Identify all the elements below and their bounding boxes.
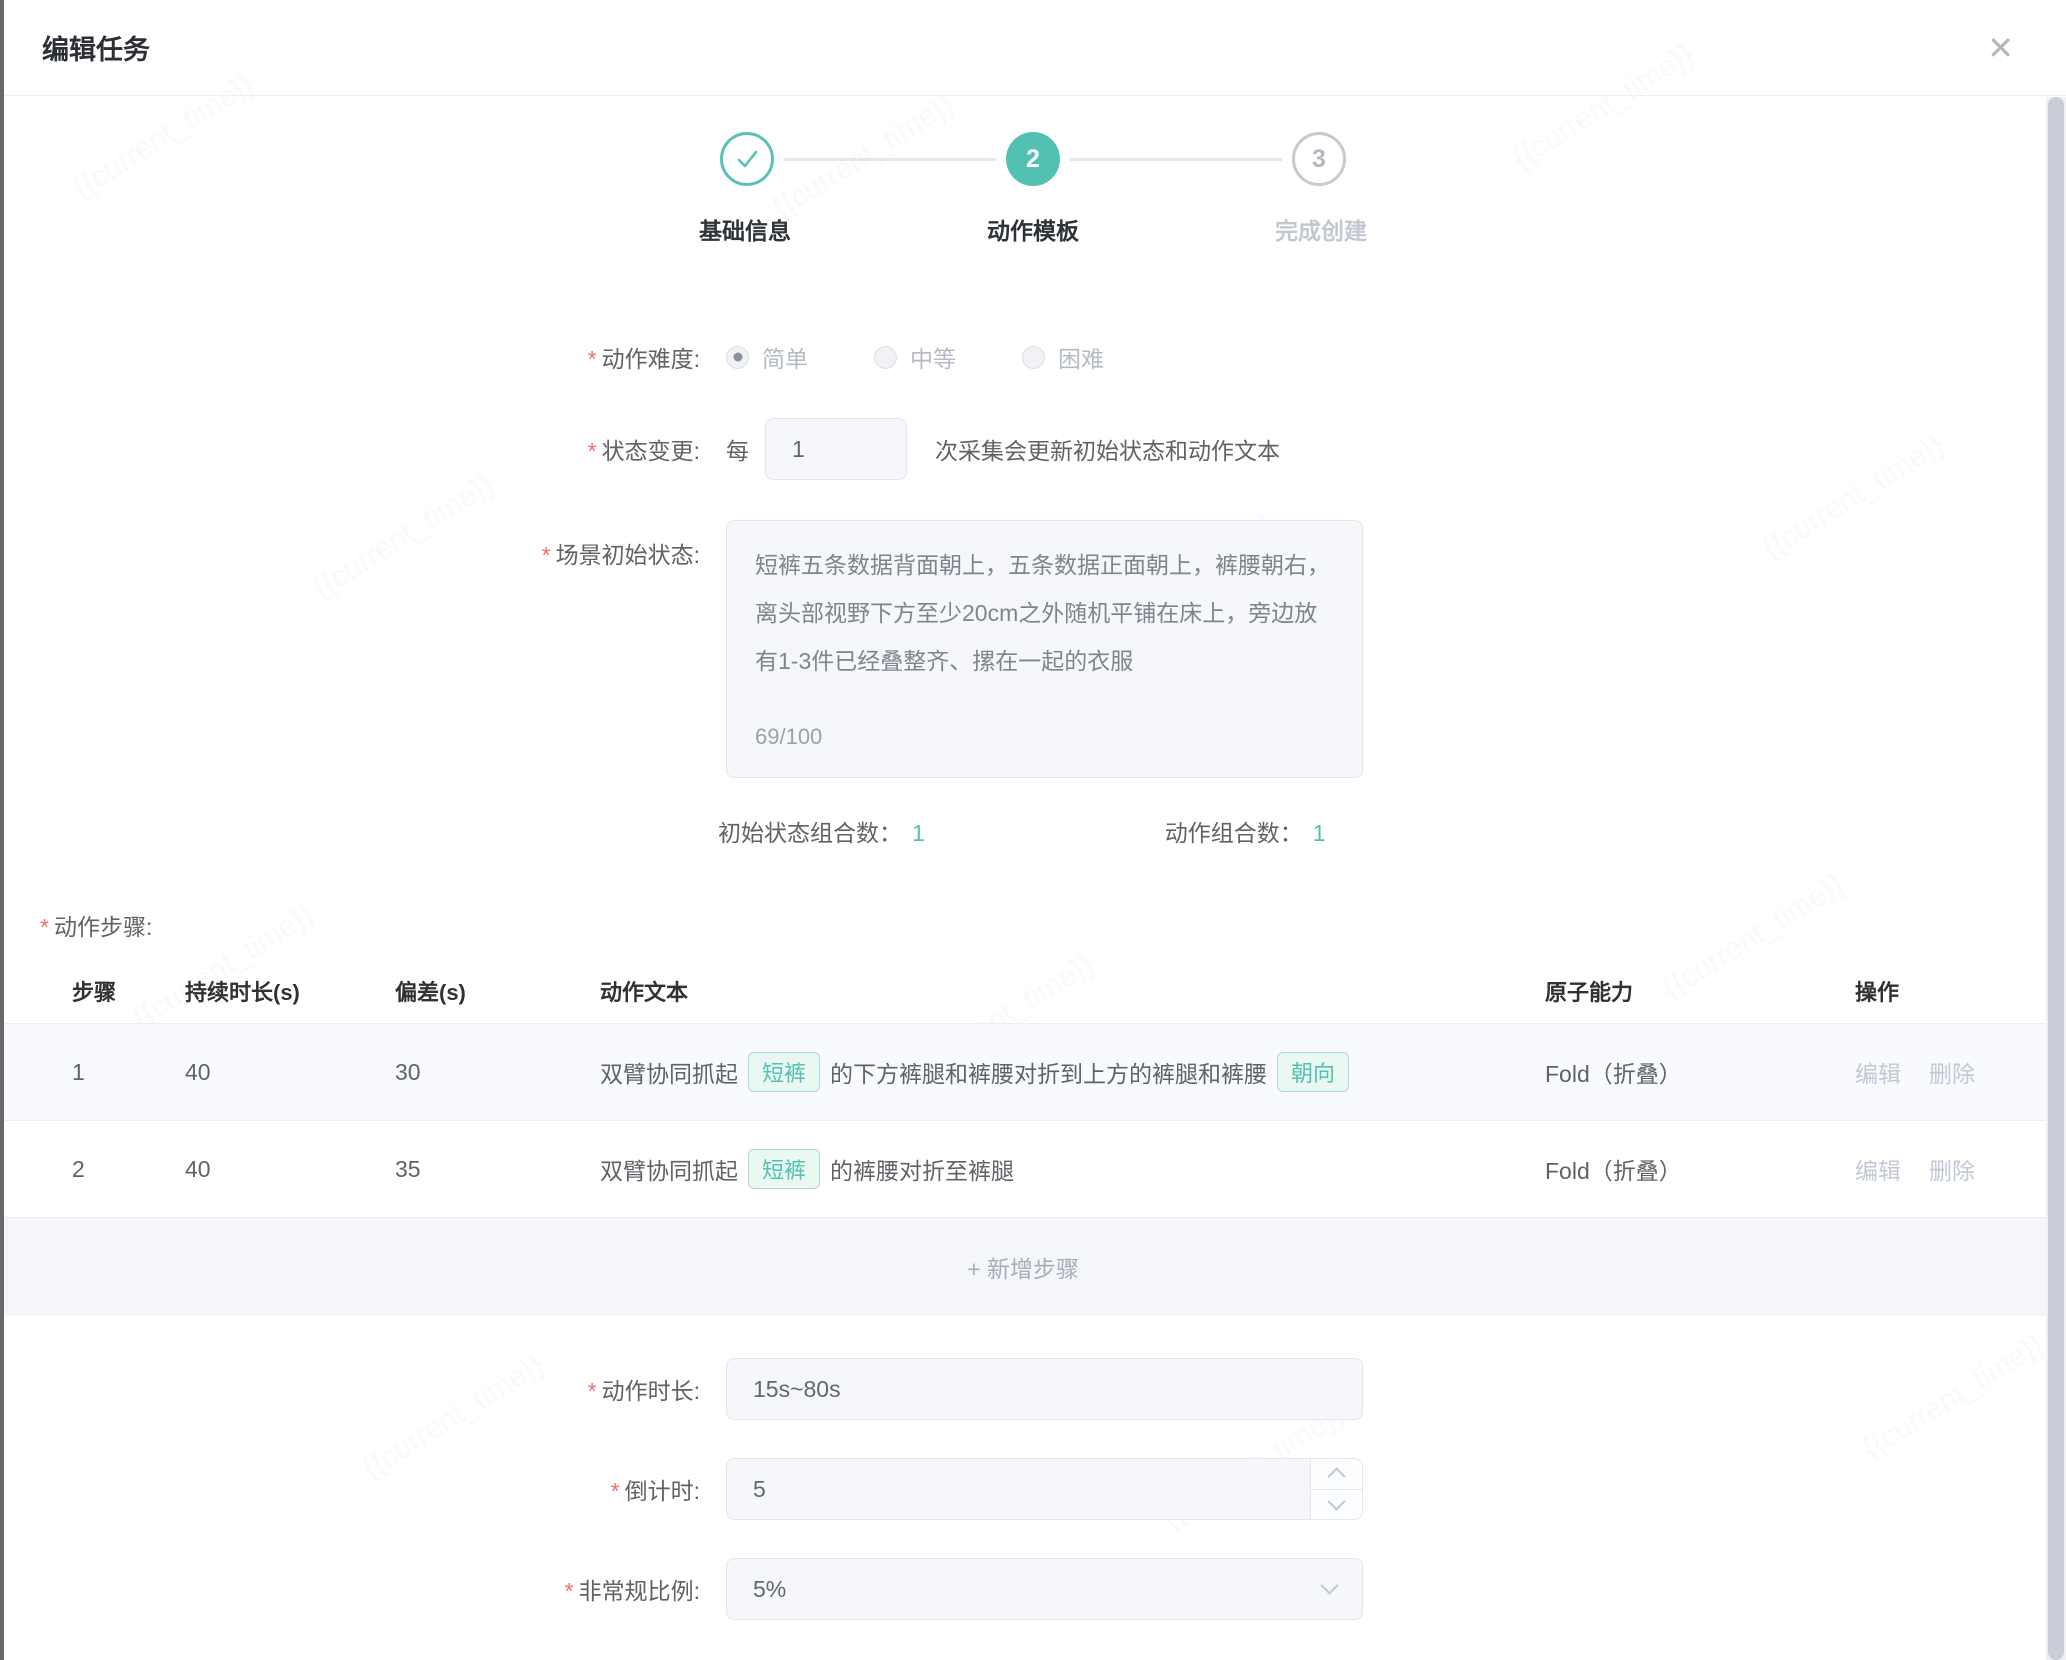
cell-ability: Fold（折叠）: [1545, 1055, 1855, 1089]
object-tag: 短裤: [748, 1149, 820, 1189]
cell-action-text: 双臂协同抓起 短裤 的裤腰对折至裤腿: [600, 1149, 1545, 1189]
cell-ability: Fold（折叠）: [1545, 1152, 1855, 1186]
chevron-down-icon: [1327, 1492, 1345, 1510]
state-change-input[interactable]: 1: [765, 418, 907, 480]
dialog-title: 编辑任务: [42, 28, 150, 67]
step-1-circle: [720, 132, 774, 186]
decrement-button[interactable]: [1311, 1490, 1362, 1520]
delete-link[interactable]: 删除: [1929, 1055, 1975, 1089]
difficulty-label: *动作难度:: [0, 340, 700, 374]
combo-value: 1: [912, 820, 925, 846]
state-change-suffix: 次采集会更新初始状态和动作文本: [935, 432, 1280, 466]
char-counter: 69/100: [755, 713, 822, 761]
orientation-tag: 朝向: [1277, 1052, 1349, 1092]
close-icon[interactable]: ✕: [1987, 32, 2014, 64]
step-1-label: 基础信息: [601, 212, 889, 246]
step-connector: [1070, 158, 1282, 161]
difficulty-row: *动作难度: 简单 中等 困难: [0, 340, 2066, 374]
cell-duration: 40: [185, 1156, 395, 1183]
delete-link[interactable]: 删除: [1929, 1152, 1975, 1186]
cell-deviation: 35: [395, 1156, 600, 1183]
step-2-circle: 2: [1006, 132, 1060, 186]
scrollbar-thumb[interactable]: [2048, 97, 2064, 1660]
edit-link[interactable]: 编辑: [1855, 1055, 1901, 1089]
chevron-down-icon: [1320, 1576, 1338, 1594]
header-operations: 操作: [1855, 975, 2046, 1007]
action-steps-table: 步骤 持续时长(s) 偏差(s) 动作文本 原子能力 操作 1 40 30 双臂…: [0, 958, 2046, 1316]
combo-counts-row: 初始状态组合数：1 动作组合数：1: [0, 814, 2066, 848]
state-change-prefix: 每: [726, 432, 749, 466]
action-duration-row: *动作时长: 15s~80s: [0, 1358, 2066, 1420]
action-duration-input[interactable]: 15s~80s: [726, 1358, 1363, 1420]
cell-action-text: 双臂协同抓起 短裤 的下方裤腿和裤腰对折到上方的裤腿和裤腰 朝向: [600, 1052, 1545, 1092]
cell-operations: 编辑 删除: [1855, 1152, 2046, 1186]
cell-operations: 编辑 删除: [1855, 1055, 2046, 1089]
edit-link[interactable]: 编辑: [1855, 1152, 1901, 1186]
stepper: 2 3 基础信息 动作模板 完成创建: [0, 96, 2066, 246]
cell-deviation: 30: [395, 1059, 600, 1086]
increment-button[interactable]: [1311, 1459, 1362, 1490]
step-3-circle: 3: [1292, 132, 1346, 186]
header-deviation: 偏差(s): [395, 975, 600, 1007]
radio-circle: [874, 346, 897, 369]
scene-init-row: *场景初始状态: 短裤五条数据背面朝上，五条数据正面朝上，裤腰朝右，离头部视野下…: [0, 520, 2066, 778]
radio-hard[interactable]: 困难: [1022, 340, 1104, 374]
action-combo-count: 动作组合数：1: [1165, 814, 1326, 848]
radio-circle: [1022, 346, 1045, 369]
object-tag: 短裤: [748, 1052, 820, 1092]
action-steps-label: *动作步骤:: [0, 908, 2066, 942]
number-stepper: [1310, 1459, 1362, 1519]
cell-step: 2: [72, 1156, 185, 1183]
dialog-header: 编辑任务 ✕: [0, 0, 2066, 96]
table-row: 1 40 30 双臂协同抓起 短裤 的下方裤腿和裤腰对折到上方的裤腿和裤腰 朝向…: [0, 1024, 2046, 1121]
unusual-ratio-label: *非常规比例:: [0, 1572, 700, 1606]
header-ability: 原子能力: [1545, 975, 1855, 1007]
radio-simple[interactable]: 简单: [726, 340, 808, 374]
state-change-label: *状态变更:: [0, 432, 700, 466]
add-step-button[interactable]: + 新增步骤: [0, 1218, 2046, 1316]
header-action-text: 动作文本: [600, 975, 1545, 1007]
scrollbar-track[interactable]: [2046, 97, 2066, 1660]
unusual-ratio-row: *非常规比例: 5%: [0, 1558, 2066, 1620]
init-state-combo-count: 初始状态组合数：1: [718, 814, 925, 848]
modal-backdrop-edge: [0, 0, 4, 1660]
countdown-row: *倒计时: 5: [0, 1458, 2066, 1520]
radio-medium[interactable]: 中等: [874, 340, 956, 374]
radio-circle: [726, 346, 749, 369]
state-change-row: *状态变更: 每 1 次采集会更新初始状态和动作文本: [0, 418, 2066, 480]
scene-init-text: 短裤五条数据背面朝上，五条数据正面朝上，裤腰朝右，离头部视野下方至少20cm之外…: [755, 552, 1330, 674]
countdown-label: *倒计时:: [0, 1472, 700, 1506]
step-connector: [784, 158, 996, 161]
difficulty-radio-group: 简单 中等 困难: [726, 340, 1170, 374]
chevron-up-icon: [1327, 1468, 1345, 1486]
step-2-label: 动作模板: [889, 212, 1177, 246]
check-icon: [732, 144, 762, 174]
table-header-row: 步骤 持续时长(s) 偏差(s) 动作文本 原子能力 操作: [0, 958, 2046, 1024]
header-step: 步骤: [72, 975, 185, 1007]
cell-duration: 40: [185, 1059, 395, 1086]
scene-init-label: *场景初始状态:: [0, 520, 700, 570]
header-duration: 持续时长(s): [185, 975, 395, 1007]
countdown-input[interactable]: 5: [726, 1458, 1363, 1520]
cell-step: 1: [72, 1059, 185, 1086]
step-3-label: 完成创建: [1177, 212, 1465, 246]
scene-init-textarea[interactable]: 短裤五条数据背面朝上，五条数据正面朝上，裤腰朝右，离头部视野下方至少20cm之外…: [726, 520, 1363, 778]
table-row: 2 40 35 双臂协同抓起 短裤 的裤腰对折至裤腿 Fold（折叠） 编辑 删…: [0, 1121, 2046, 1218]
unusual-ratio-select[interactable]: 5%: [726, 1558, 1363, 1620]
combo-value: 1: [1313, 820, 1326, 846]
action-duration-label: *动作时长:: [0, 1372, 700, 1406]
